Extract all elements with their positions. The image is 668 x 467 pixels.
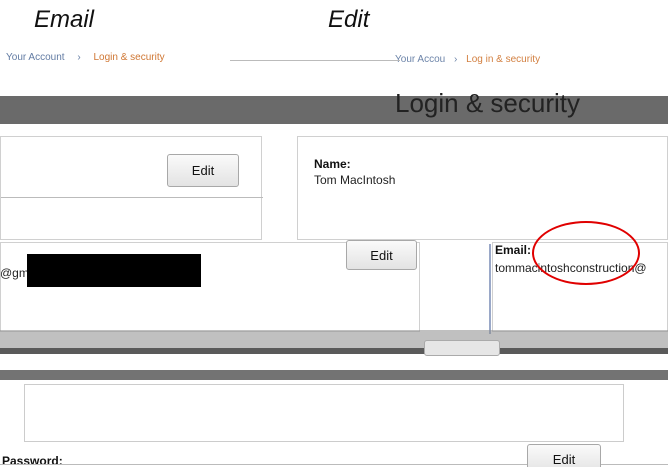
page-title: Login & security xyxy=(395,88,580,118)
breadcrumb-left: Your Account › Login & security xyxy=(6,52,256,63)
screenshot-composite: Your Account › Login & security Your Acc… xyxy=(0,44,668,467)
caption-edit: Edit xyxy=(328,6,370,33)
breadcrumb-section-dup: Log in & security xyxy=(466,54,541,65)
edit-button-top[interactable]: Edit xyxy=(167,154,239,187)
divider xyxy=(230,60,400,61)
password-label: Password: xyxy=(2,454,63,467)
email-label: Email: xyxy=(495,243,532,257)
breadcrumb-account-link[interactable]: Your Account xyxy=(6,52,65,63)
bottom-band xyxy=(0,370,668,380)
breadcrumb-right: Your Accou › Log in & security xyxy=(395,54,625,65)
left-name-panel xyxy=(0,136,263,240)
edit-button-email[interactable]: Edit xyxy=(346,240,417,270)
name-value: Tom MacIntosh xyxy=(314,173,396,187)
lower-band-dark xyxy=(0,348,668,354)
breadcrumb-section: Login & security xyxy=(93,52,165,63)
name-label: Name: xyxy=(314,157,351,171)
email-fragment: @gm xyxy=(0,266,29,280)
edit-button-password[interactable]: Edit xyxy=(527,444,601,467)
breadcrumb-account-link-dup[interactable]: Your Accou xyxy=(395,54,445,65)
caption-email: Email xyxy=(34,6,95,33)
redaction-box xyxy=(27,254,201,287)
breadcrumb-separator-dup: › xyxy=(454,54,458,65)
lower-band xyxy=(0,330,668,350)
breadcrumb-separator: › xyxy=(77,52,81,63)
annotation-circle xyxy=(532,221,640,285)
panel-divider xyxy=(1,197,263,198)
email-panel-edge xyxy=(489,244,491,334)
ghost-button xyxy=(424,340,500,356)
password-block xyxy=(24,384,624,442)
